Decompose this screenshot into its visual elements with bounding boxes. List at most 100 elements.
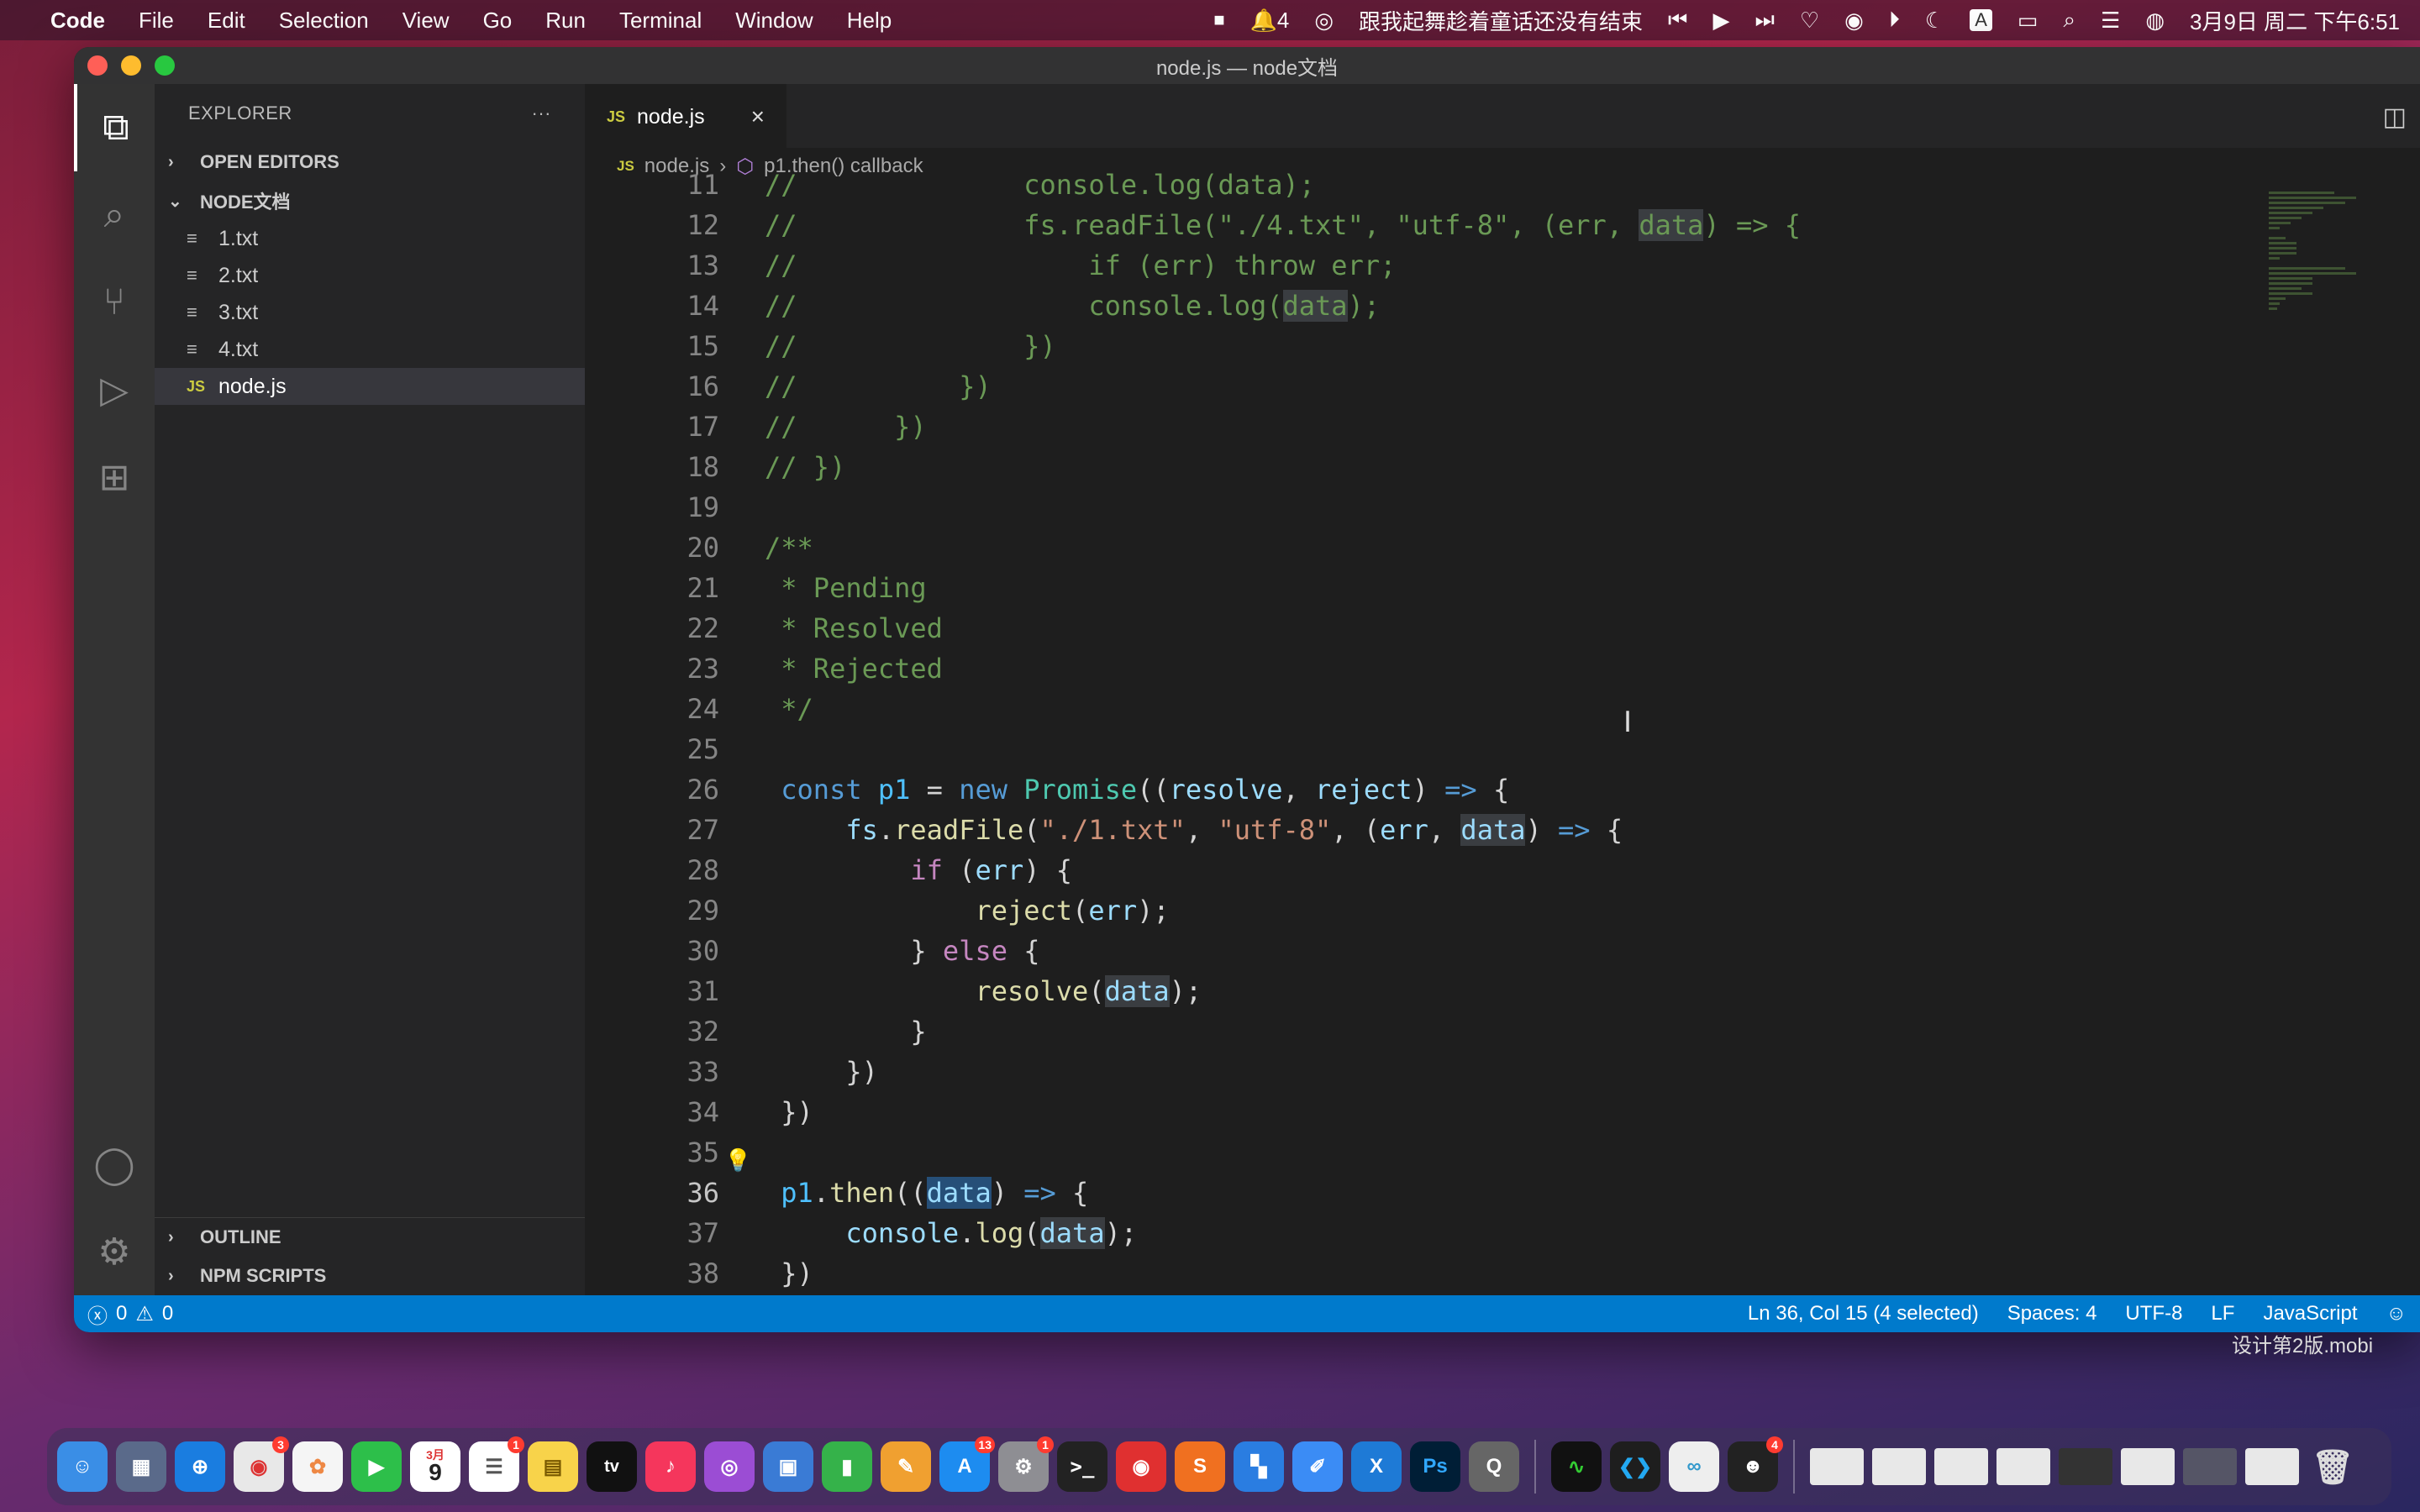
- pages-icon[interactable]: ✎: [881, 1441, 931, 1492]
- siri-icon[interactable]: ◍: [2145, 8, 2165, 34]
- apple-tv-icon[interactable]: tv: [587, 1441, 637, 1492]
- close-window-button[interactable]: [87, 55, 108, 76]
- photos-icon[interactable]: ✿: [292, 1441, 343, 1492]
- split-editor-icon[interactable]: ◫: [2383, 102, 2407, 132]
- encoding[interactable]: UTF-8: [2125, 1302, 2182, 1326]
- minimized-window-thumbnail[interactable]: [2183, 1448, 2237, 1485]
- app-store-badge: 13: [975, 1436, 995, 1453]
- maximize-window-button[interactable]: [155, 55, 175, 76]
- now-playing-title[interactable]: 跟我起舞趁着童话还没有结束: [1359, 5, 1643, 36]
- bell-icon[interactable]: 🔔4: [1250, 8, 1290, 34]
- sublime-text-icon[interactable]: S: [1175, 1441, 1225, 1492]
- npm-scripts-section[interactable]: › NPM SCRIPTS: [155, 1257, 585, 1295]
- open-editors-section[interactable]: › OPEN EDITORS: [155, 143, 585, 181]
- keynote-icon[interactable]: ▣: [763, 1441, 813, 1492]
- menu-selection[interactable]: Selection: [279, 8, 369, 34]
- menubar-clock[interactable]: 3月9日 周二 下午6:51: [2190, 5, 2400, 36]
- qq-icon[interactable]: ☻ 4: [1728, 1436, 1783, 1492]
- vscode-icon[interactable]: ❮❯: [1610, 1441, 1660, 1492]
- screen-mirror-icon[interactable]: ◎: [1314, 8, 1334, 34]
- file-item-3-txt[interactable]: ≡ 3.txt: [155, 294, 585, 331]
- minimized-window-thumbnail[interactable]: [2121, 1448, 2175, 1485]
- play-circle-icon[interactable]: ⏵: [1889, 7, 1900, 34]
- stop-record-icon[interactable]: ⏹: [1213, 7, 1224, 34]
- explorer-icon[interactable]: ⧉: [74, 84, 155, 171]
- menu-help[interactable]: Help: [847, 8, 892, 34]
- code-editor[interactable]: 11// console.log(data); 12// fs.readFile…: [585, 169, 2420, 1295]
- tab-node-js[interactable]: JS node.js ×: [585, 84, 786, 148]
- notes-icon[interactable]: ▤: [528, 1441, 578, 1492]
- menu-view[interactable]: View: [402, 8, 450, 34]
- menu-edit[interactable]: Edit: [208, 8, 245, 34]
- title-bar[interactable]: node.js — node文档: [74, 47, 2420, 84]
- end-of-line[interactable]: LF: [2211, 1302, 2234, 1326]
- menu-terminal[interactable]: Terminal: [619, 8, 702, 34]
- menu-window[interactable]: Window: [735, 8, 813, 34]
- safari-icon[interactable]: ⊕: [175, 1441, 225, 1492]
- dingtalk-icon[interactable]: ▚: [1234, 1441, 1284, 1492]
- line-number: 38: [687, 1257, 719, 1289]
- heart-icon[interactable]: ♡: [1800, 8, 1819, 34]
- music-icon[interactable]: ♪: [645, 1441, 696, 1492]
- feishu-icon[interactable]: ✐: [1292, 1441, 1343, 1492]
- previous-track-icon[interactable]: ⏮: [1668, 7, 1687, 34]
- control-center-icon[interactable]: ☰: [2101, 8, 2120, 34]
- search-icon[interactable]: ⌕: [74, 171, 155, 259]
- feedback-icon[interactable]: ☺: [2386, 1302, 2407, 1326]
- minimized-window-thumbnail[interactable]: [1996, 1448, 2050, 1485]
- menu-file[interactable]: File: [139, 8, 174, 34]
- reminders-icon[interactable]: ☰ 1: [469, 1436, 524, 1492]
- folder-section[interactable]: ⌄ NODE文档: [155, 181, 585, 220]
- chrome-icon[interactable]: ◉ 3: [234, 1436, 289, 1492]
- file-item-2-txt[interactable]: ≡ 2.txt: [155, 257, 585, 294]
- more-actions-icon[interactable]: ···: [532, 102, 551, 124]
- quicktime-icon[interactable]: Q: [1469, 1441, 1519, 1492]
- battery-icon[interactable]: ▭: [2018, 8, 2039, 34]
- photoshop-icon[interactable]: Ps: [1410, 1441, 1460, 1492]
- extensions-icon[interactable]: ⊞: [74, 433, 155, 521]
- minimized-window-thumbnail[interactable]: [1934, 1448, 1988, 1485]
- finder-icon[interactable]: ☺: [57, 1441, 108, 1492]
- trash-icon[interactable]: 🗑: [2307, 1441, 2358, 1492]
- numbers-icon[interactable]: ▮: [822, 1441, 872, 1492]
- minimized-window-thumbnail[interactable]: [1810, 1448, 1864, 1485]
- system-preferences-icon[interactable]: ⚙ 1: [998, 1436, 1054, 1492]
- launchpad-icon[interactable]: ▦: [116, 1441, 166, 1492]
- file-item-4-txt[interactable]: ≡ 4.txt: [155, 331, 585, 368]
- netease-music-app-icon[interactable]: ◉: [1116, 1441, 1166, 1492]
- cursor-position[interactable]: Ln 36, Col 15 (4 selected): [1748, 1302, 1979, 1326]
- input-method-icon[interactable]: A: [1970, 9, 1992, 31]
- xcode-icon[interactable]: X: [1351, 1441, 1402, 1492]
- play-icon[interactable]: ▶: [1712, 8, 1729, 34]
- file-item-node-js[interactable]: JS node.js: [155, 368, 585, 405]
- file-item-1-txt[interactable]: ≡ 1.txt: [155, 220, 585, 257]
- language-mode[interactable]: JavaScript: [2263, 1302, 2357, 1326]
- netease-music-icon[interactable]: ◉: [1844, 8, 1864, 34]
- run-debug-icon[interactable]: ▷: [74, 346, 155, 433]
- minimap[interactable]: [2269, 192, 2378, 360]
- menu-app-name[interactable]: Code: [50, 8, 105, 34]
- accounts-icon[interactable]: ◯: [74, 1121, 155, 1208]
- app-store-icon[interactable]: A 13: [939, 1436, 995, 1492]
- activity-monitor-icon[interactable]: ∿: [1551, 1441, 1602, 1492]
- manage-gear-icon[interactable]: ⚙: [74, 1208, 155, 1295]
- menu-go[interactable]: Go: [483, 8, 513, 34]
- podcasts-icon[interactable]: ◎: [704, 1441, 755, 1492]
- minimized-window-thumbnail[interactable]: [2059, 1448, 2112, 1485]
- problems-indicator[interactable]: ⓧ 0 ⚠ 0: [87, 1299, 173, 1329]
- source-control-icon[interactable]: ⑂: [74, 259, 155, 346]
- next-track-icon[interactable]: ⏭: [1754, 7, 1774, 34]
- baidu-netdisk-icon[interactable]: ∞: [1669, 1441, 1719, 1492]
- calendar-icon[interactable]: 3月 9: [410, 1441, 460, 1492]
- facetime-icon[interactable]: ▶: [351, 1441, 402, 1492]
- indentation[interactable]: Spaces: 4: [2007, 1302, 2097, 1326]
- outline-section[interactable]: › OUTLINE: [155, 1218, 585, 1257]
- minimized-window-thumbnail[interactable]: [1872, 1448, 1926, 1485]
- minimized-window-thumbnail[interactable]: [2245, 1448, 2299, 1485]
- menu-run[interactable]: Run: [545, 8, 586, 34]
- moon-icon[interactable]: ☾: [1925, 8, 1944, 34]
- spotlight-search-icon[interactable]: ⌕: [2063, 7, 2075, 34]
- minimize-window-button[interactable]: [121, 55, 141, 76]
- terminal-icon[interactable]: >_: [1057, 1441, 1107, 1492]
- close-tab-icon[interactable]: ×: [751, 103, 765, 130]
